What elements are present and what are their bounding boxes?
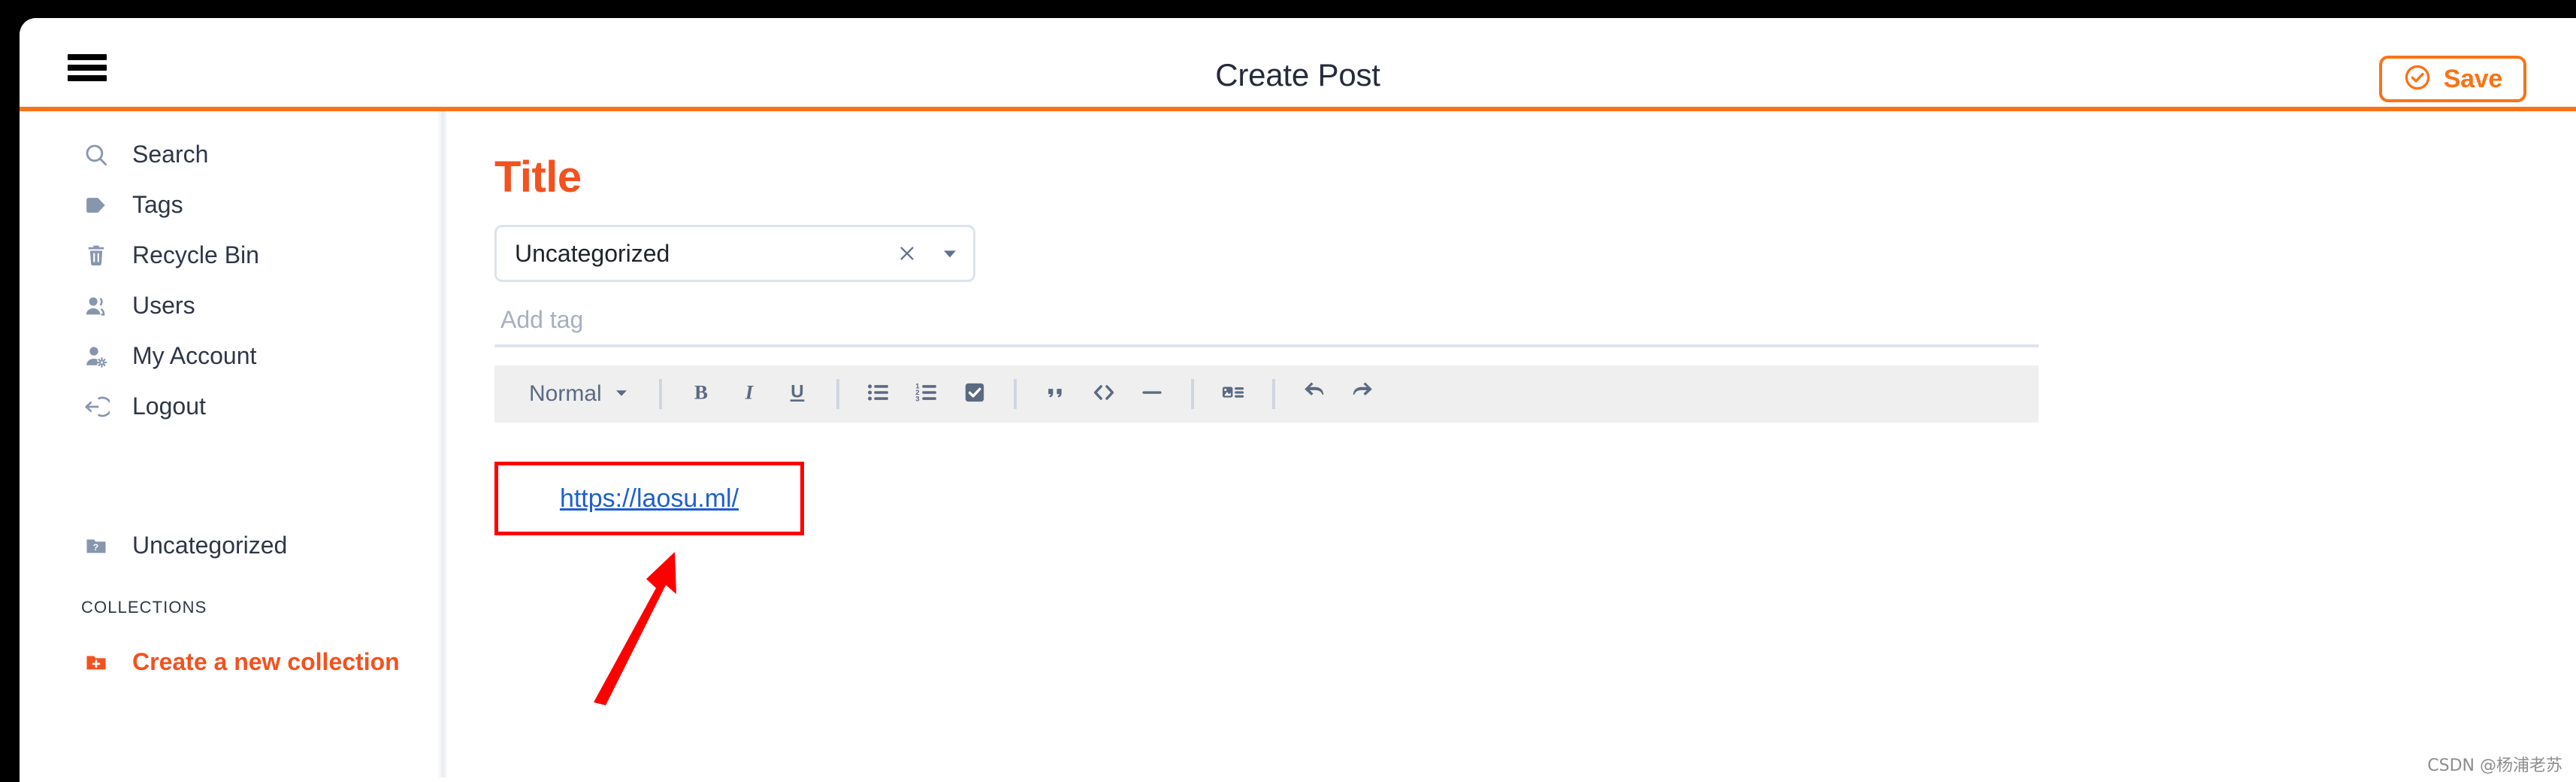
block-format-dropdown[interactable]: Normal xyxy=(516,373,644,415)
editor-content-area[interactable]: https://laosu.ml/ xyxy=(494,462,2576,717)
svg-text:?: ? xyxy=(93,542,98,553)
red-arrow-annotation xyxy=(594,552,676,705)
check-circle-icon xyxy=(2403,63,2432,95)
create-collection-label: Create a new collection xyxy=(132,648,400,675)
image-text-icon xyxy=(1220,379,1247,410)
quote-icon xyxy=(1043,380,1069,409)
toolbar-separator xyxy=(1190,379,1194,409)
sidebar: Search Tags Recycle Bin Users My Account… xyxy=(20,111,448,777)
page-title: Create Post xyxy=(1215,57,1380,92)
close-icon[interactable] xyxy=(887,243,927,264)
toolbar-separator xyxy=(1271,379,1275,409)
svg-text:3: 3 xyxy=(915,395,919,403)
toolbar-separator xyxy=(836,379,839,409)
redo-button[interactable] xyxy=(1338,373,1386,415)
sidebar-item-label: Uncategorized xyxy=(132,532,288,559)
content-link[interactable]: https://laosu.ml/ xyxy=(560,484,739,514)
numbered-list-icon: 1 2 3 xyxy=(913,379,940,410)
underline-button[interactable]: U xyxy=(773,373,821,415)
search-icon xyxy=(81,140,111,170)
undo-arrow-icon xyxy=(1300,378,1329,411)
editor-main: Uncategorized Normal xyxy=(448,111,2576,777)
bold-icon: B xyxy=(688,380,714,409)
numbered-list-button[interactable]: 1 2 3 xyxy=(903,373,951,415)
checkbox-checked-icon xyxy=(962,380,987,409)
folder-plus-icon xyxy=(81,647,111,677)
sidebar-item-users[interactable]: Users xyxy=(20,280,448,331)
sidebar-item-label: Users xyxy=(132,292,195,319)
sidebar-item-label: My Account xyxy=(132,342,257,369)
sidebar-item-uncategorized[interactable]: ? Uncategorized xyxy=(20,520,448,571)
italic-icon: I xyxy=(736,380,762,409)
bullet-list-icon xyxy=(865,379,892,410)
italic-button[interactable]: I xyxy=(725,373,773,415)
sidebar-item-label: Recycle Bin xyxy=(132,241,259,268)
user-gear-icon xyxy=(81,341,111,371)
sidebar-item-label: Tags xyxy=(132,191,183,218)
toolbar-separator xyxy=(1013,379,1017,409)
editor-toolbar: Normal B I U 1 2 3 xyxy=(494,365,2039,423)
tag-input-wrapper xyxy=(494,302,2039,347)
sidebar-item-my-account[interactable]: My Account xyxy=(20,331,448,381)
create-collection-button[interactable]: Create a new collection xyxy=(20,637,448,687)
users-icon xyxy=(81,291,111,321)
blockquote-button[interactable] xyxy=(1032,373,1080,415)
redo-arrow-icon xyxy=(1348,378,1377,411)
category-selected-value: Uncategorized xyxy=(515,239,670,267)
body-area: Search Tags Recycle Bin Users My Account… xyxy=(20,111,2576,777)
sidebar-item-search[interactable]: Search xyxy=(20,129,448,180)
sidebar-item-recycle-bin[interactable]: Recycle Bin xyxy=(20,230,448,280)
svg-text:U: U xyxy=(791,381,803,402)
annotation-highlight-box: https://laosu.ml/ xyxy=(494,462,804,535)
block-format-label: Normal xyxy=(529,381,602,406)
chevron-down-icon xyxy=(612,383,630,405)
save-button[interactable]: Save xyxy=(2378,56,2526,102)
toolbar-separator xyxy=(658,379,662,409)
sidebar-item-label: Logout xyxy=(132,393,206,420)
collections-heading: COLLECTIONS xyxy=(81,598,207,617)
horizontal-rule-icon xyxy=(1138,379,1166,410)
bullet-list-button[interactable] xyxy=(854,373,903,415)
post-title-input[interactable] xyxy=(494,152,1171,202)
tag-icon xyxy=(81,190,111,220)
sidebar-item-tags[interactable]: Tags xyxy=(20,180,448,230)
chevron-down-icon[interactable] xyxy=(927,244,973,263)
app-header: Create Post Save xyxy=(20,18,2576,111)
watermark: CSDN @杨浦老苏 xyxy=(2427,756,2562,775)
add-tag-input[interactable] xyxy=(494,302,2039,344)
svg-text:B: B xyxy=(694,380,708,403)
logout-arrow-icon xyxy=(81,392,111,422)
sidebar-item-logout[interactable]: Logout xyxy=(20,381,448,432)
sidebar-item-label: Search xyxy=(132,141,209,168)
category-select[interactable]: Uncategorized xyxy=(494,225,975,282)
save-button-label: Save xyxy=(2443,64,2503,93)
media-button[interactable] xyxy=(1209,373,1257,415)
undo-button[interactable] xyxy=(1290,373,1338,415)
underline-icon: U xyxy=(785,380,810,409)
code-button[interactable] xyxy=(1080,373,1128,415)
bold-button[interactable]: B xyxy=(677,373,725,415)
code-brackets-icon xyxy=(1090,379,1117,410)
horizontal-rule-button[interactable] xyxy=(1128,373,1176,415)
folder-question-icon: ? xyxy=(81,531,111,561)
trash-icon xyxy=(81,241,111,271)
app-window: Create Post Save Search Tags Recycle Bin… xyxy=(20,18,2576,782)
checklist-button[interactable] xyxy=(951,373,999,415)
svg-text:I: I xyxy=(744,380,754,403)
